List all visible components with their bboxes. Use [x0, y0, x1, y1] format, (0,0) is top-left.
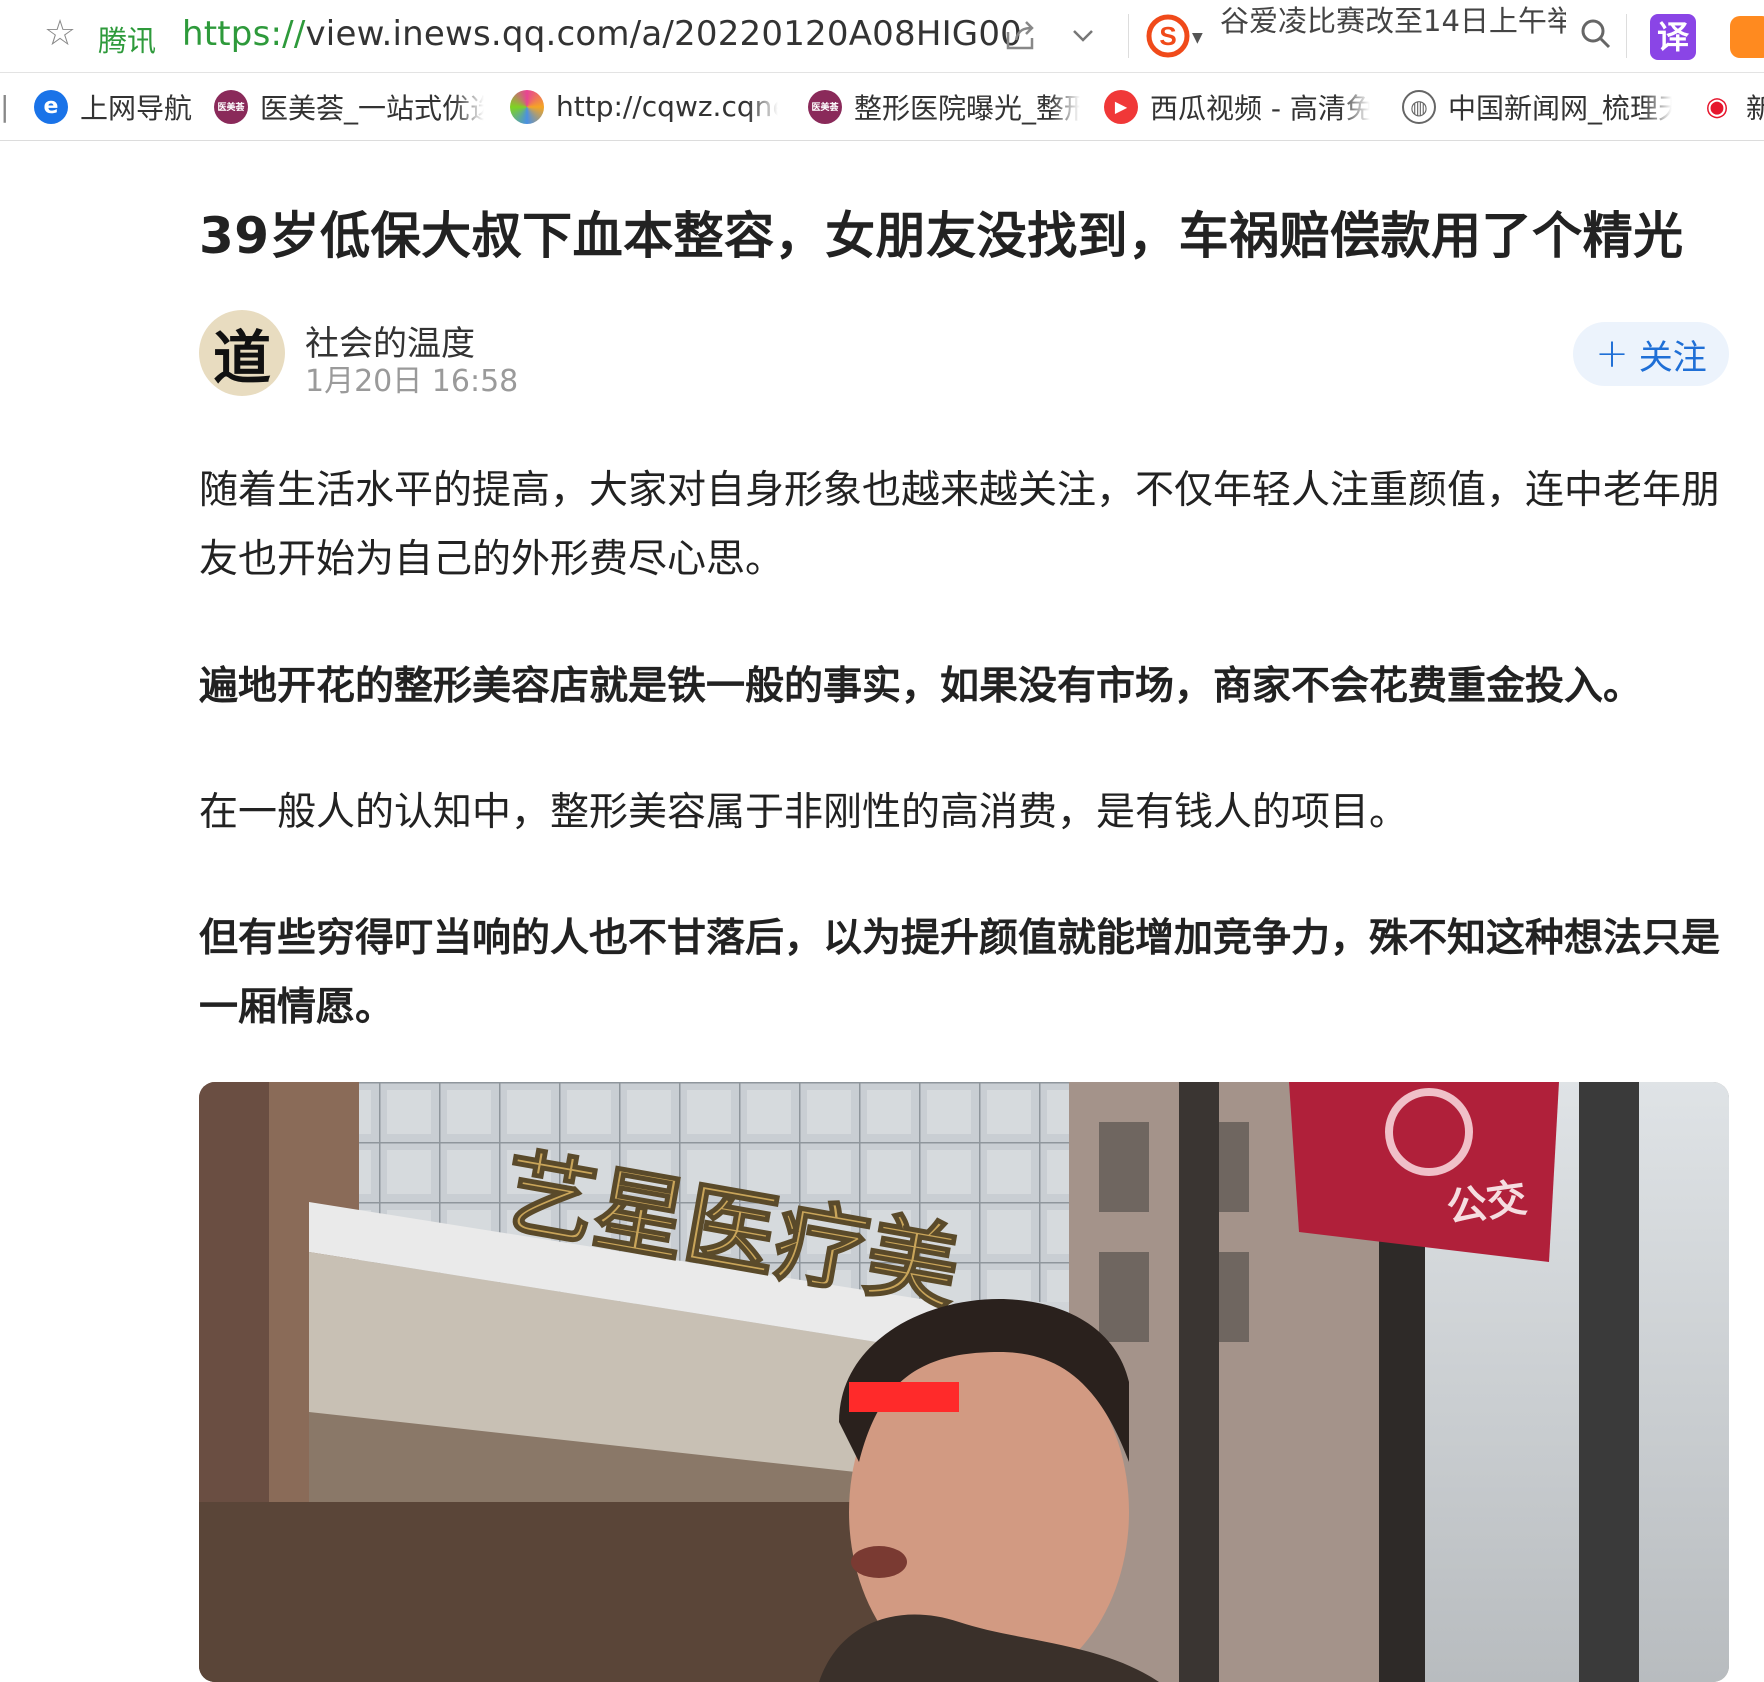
bookmark-item[interactable]: e 上网导航 [34, 73, 194, 140]
bookmark-item[interactable]: ◍ 中国新闻网_梳理天 [1402, 73, 1672, 140]
bookmark-item[interactable]: http://cqwz.cqnews [510, 73, 778, 140]
bookmark-label: 整形医院曝光_整形 [854, 91, 1080, 125]
bookmark-item[interactable]: ◉ 新 [1700, 73, 1764, 140]
svg-text:S: S [1159, 21, 1176, 51]
globe-icon: ◍ [1402, 89, 1436, 124]
street-scene-image: 艺星医疗美 公交 [199, 1082, 1729, 1682]
article-title: 39岁低保大叔下血本整容，女朋友没找到，车祸赔偿款用了个精光 [199, 207, 1684, 265]
url-field[interactable]: https://view.inews.qq.com/a/20220120A08H… [182, 14, 1022, 54]
publish-time: 1月20日 16:58 [305, 364, 519, 399]
translate-icon[interactable]: 译 [1650, 14, 1696, 60]
bookmark-item[interactable]: 医美荟 整形医院曝光_整形 [808, 73, 1080, 140]
ie-icon: e [34, 89, 68, 124]
bookmark-label: 西瓜视频 - 高清免 [1150, 91, 1370, 125]
bookmarks-bar: | e 上网导航 医美荟 医美荟_一站式优选 http://cqwz.cqnew… [0, 73, 1764, 141]
bookmark-label: http://cqwz.cqnews [556, 90, 778, 123]
bookmark-partial[interactable]: | [0, 73, 14, 140]
plus-icon: + [1595, 331, 1629, 377]
article-image[interactable]: 艺星医疗美 公交 [199, 1082, 1729, 1682]
share-icon[interactable] [1002, 18, 1038, 54]
weibo-icon: ◉ [1700, 89, 1734, 124]
article-paragraph-bold: 但有些穷得叮当响的人也不甘落后，以为提升颜值就能增加竞争力，殊不知这种想法只是一… [199, 916, 1721, 1030]
bookmark-label: 医美荟_一站式优选 [260, 91, 484, 125]
divider [1626, 14, 1627, 58]
bookmark-label: 上网导航 [80, 91, 193, 125]
article-paragraph: 在一般人的认知中，整形美容属于非刚性的高消费，是有钱人的项目。 [199, 790, 1409, 835]
author-avatar[interactable]: 道 [199, 310, 285, 396]
bookmark-label: 中国新闻网_梳理天 [1448, 91, 1672, 125]
url-scheme: https:// [182, 14, 306, 54]
follow-label: 关注 [1638, 337, 1707, 378]
bookmark-item[interactable]: ▶ 西瓜视频 - 高清免 [1104, 73, 1370, 140]
game-extension-icon[interactable] [1730, 16, 1764, 58]
chevron-down-icon[interactable] [1068, 20, 1098, 50]
xigua-icon: ▶ [1104, 89, 1138, 124]
search-icon[interactable] [1578, 16, 1614, 52]
bookmark-item[interactable]: 医美荟 医美荟_一站式优选 [214, 73, 484, 140]
yimeihui-logo: 医美荟 [808, 89, 842, 124]
sogou-search-icon[interactable]: S [1146, 14, 1190, 58]
yimeihui-logo: 医美荟 [214, 89, 248, 124]
address-bar: ☆ 腾讯 https://view.inews.qq.com/a/2022012… [0, 0, 1764, 73]
bookmark-label: 新 [1746, 91, 1764, 125]
divider [1128, 14, 1129, 58]
engine-dropdown-icon[interactable]: ▼ [1192, 30, 1203, 46]
site-name: 腾讯 [98, 24, 157, 58]
follow-button[interactable]: + 关注 [1573, 322, 1729, 386]
url-path: view.inews.qq.com/a/20220120A08HIG00 [305, 14, 1023, 54]
search-suggestion[interactable]: 谷爱凌比赛改至14日上午举 [1220, 0, 1566, 40]
article-paragraph: 随着生活水平的提高，大家对自身形象也越来越关注，不仅年轻人注重颜值，连中老年朋友… [199, 468, 1721, 582]
privacy-redaction-bar [849, 1382, 959, 1412]
article-paragraph-bold: 遍地开花的整形美容店就是铁一般的事实，如果没有市场，商家不会花费重金投入。 [199, 664, 1643, 709]
colorful-ring-icon [510, 89, 544, 124]
bookmark-star-icon[interactable]: ☆ [40, 14, 80, 54]
